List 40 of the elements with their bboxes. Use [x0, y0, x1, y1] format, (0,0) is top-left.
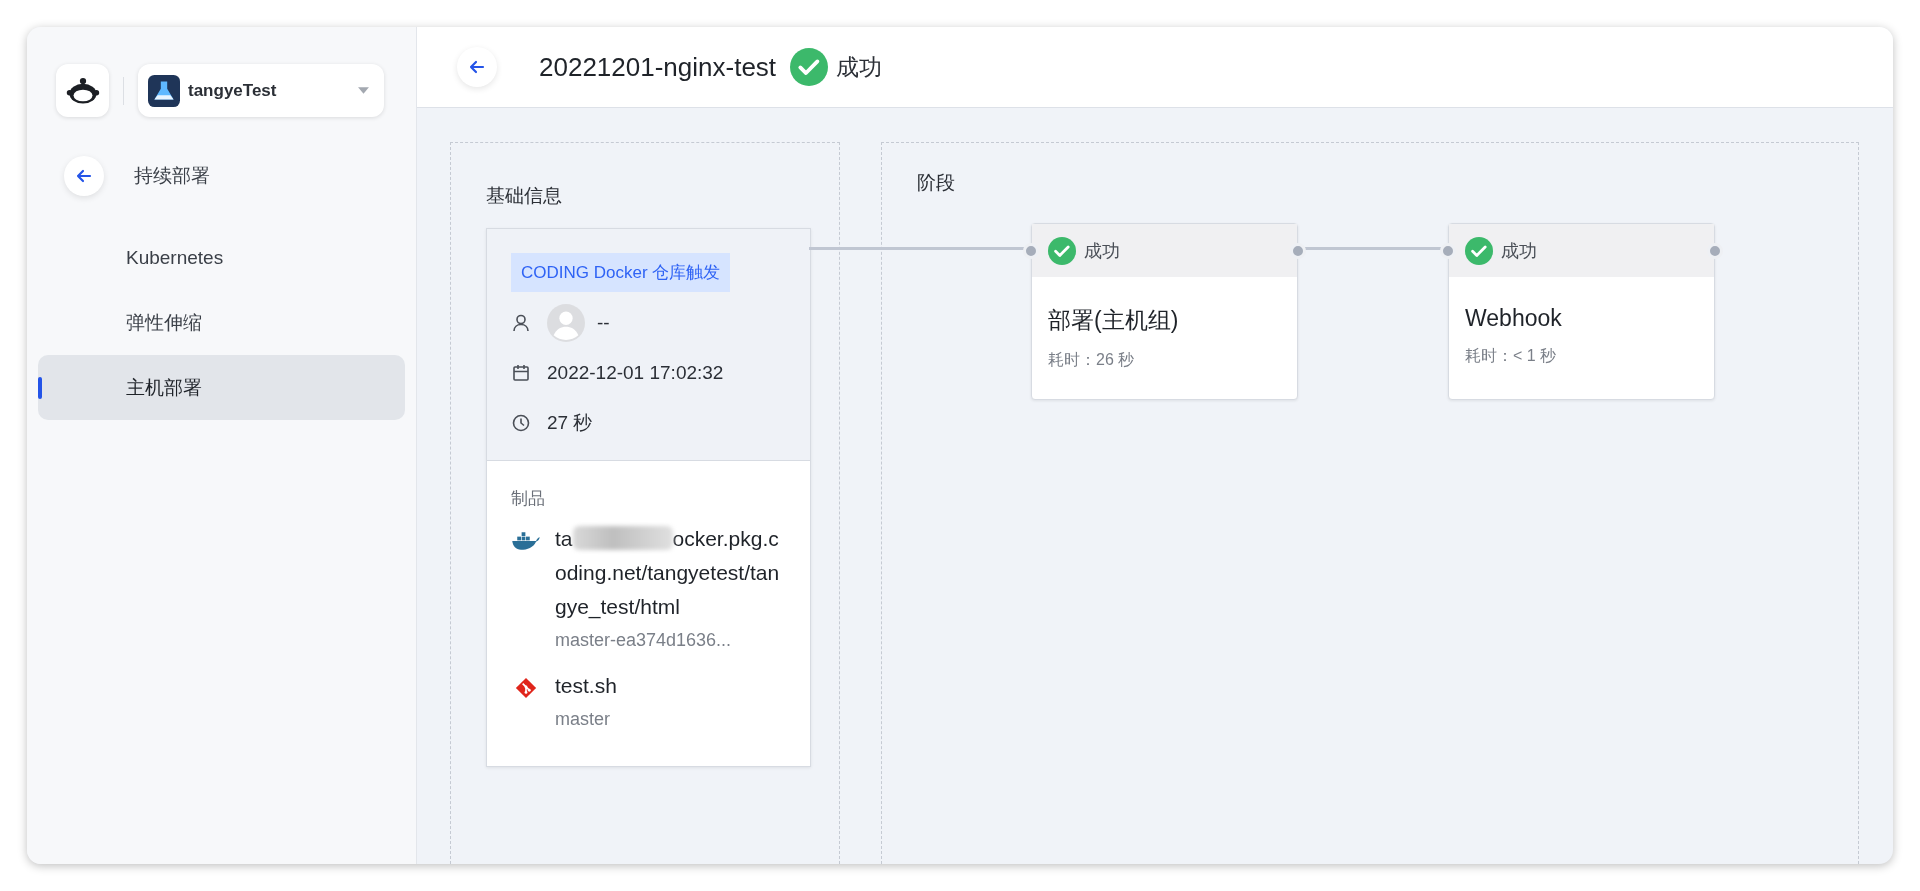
port-dot	[1707, 243, 1723, 259]
user-name: --	[597, 312, 610, 334]
caret-icon	[357, 86, 370, 95]
nav-item[interactable]: 弹性伸缩	[38, 290, 405, 355]
status-label: 成功	[836, 52, 883, 82]
stage-card[interactable]: 成功 部署(主机组) 耗时：26 秒	[1031, 223, 1298, 400]
artifact-name: test.sh	[555, 673, 618, 699]
section-title: 阶段	[917, 171, 956, 195]
artifact-name: ta ocker.pkg.coding.net/tangyetest/tangye_test/html	[555, 525, 781, 621]
stage-name: Webhook	[1465, 305, 1563, 332]
logo-button[interactable]	[56, 64, 109, 117]
nav-item[interactable]: Kubernetes	[38, 225, 405, 290]
section-title: 持续部署	[134, 164, 210, 188]
duration: 27 秒	[547, 411, 593, 435]
stage-name: 部署(主机组)	[1048, 306, 1180, 335]
port-dot	[1023, 243, 1039, 259]
user-icon	[511, 313, 531, 333]
page-title: 20221201-nginx-test	[539, 51, 777, 83]
back-button[interactable]	[457, 47, 497, 87]
back-button[interactable]	[64, 156, 104, 196]
port-dot	[1290, 243, 1306, 259]
stage-duration: 耗时：26 秒	[1048, 350, 1136, 370]
project-dropdown[interactable]: tangyeTest	[138, 64, 384, 117]
artifacts-title: 制品	[511, 488, 546, 510]
status-label: 成功	[1501, 239, 1537, 263]
flask-icon	[148, 74, 180, 107]
clock-icon	[511, 413, 531, 433]
calendar-icon	[511, 363, 531, 383]
stage-duration: 耗时：< 1 秒	[1465, 346, 1558, 366]
port-dot	[1440, 243, 1456, 259]
trigger-tag: CODING Docker 仓库触发	[511, 253, 731, 292]
artifact-version: master-ea374d1636...	[555, 630, 733, 651]
stage-card[interactable]: 成功 Webhook 耗时：< 1 秒	[1448, 223, 1715, 400]
avatar-icon	[547, 304, 585, 342]
nav-item[interactable]: 主机部署	[38, 355, 405, 420]
whale-icon	[511, 530, 541, 552]
status-label: 成功	[1084, 239, 1120, 263]
artifact-version: master	[555, 709, 611, 730]
section-title: 基础信息	[486, 184, 563, 208]
start-time: 2022-12-01 17:02:32	[547, 362, 724, 384]
